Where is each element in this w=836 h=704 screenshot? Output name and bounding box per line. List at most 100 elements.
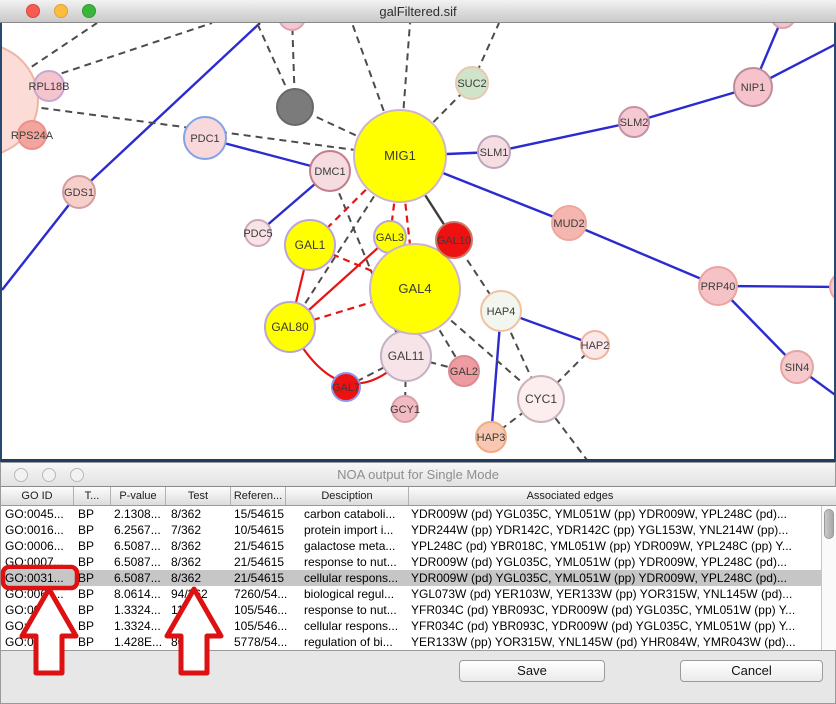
node-label: GDS1 <box>64 187 94 199</box>
table-cell: BP <box>78 506 111 522</box>
table-cell: carbon cataboli... <box>304 506 407 522</box>
network-node-msi[interactable] <box>830 272 834 302</box>
table-cell: 8/362 <box>171 538 232 554</box>
table-cell: 105/546... <box>234 602 302 618</box>
cancel-button[interactable]: Cancel <box>680 660 823 682</box>
table-cell: 94/362 <box>171 586 232 602</box>
network-node-gray1[interactable] <box>277 89 313 125</box>
table-cell: YER133W (pp) YOR315W, YNL145W (pd) YHR08… <box>411 634 819 650</box>
noa-window-titlebar[interactable]: NOA output for Single Mode <box>1 463 835 487</box>
node-label: RPL18B <box>29 81 70 93</box>
node-label: NIP1 <box>741 82 765 94</box>
table-cell: cellular respons... <box>304 570 407 586</box>
node-label: SIN4 <box>785 362 809 374</box>
column-header[interactable]: Referen... <box>231 487 286 505</box>
network-edge[interactable] <box>569 223 718 286</box>
table-cell: GO:0007... <box>5 554 75 570</box>
table-cell: BP <box>78 586 111 602</box>
noa-output-window: NOA output for Single Mode GO IDT...P-va… <box>0 462 836 704</box>
node-label: PDC1 <box>190 133 219 145</box>
column-header[interactable]: GO ID <box>1 487 74 505</box>
table-cell: GO:0045... <box>5 506 75 522</box>
table-row[interactable]: GO:0016...BP6.2567...7/36210/54615protei… <box>1 522 821 538</box>
node-label: HAP2 <box>581 340 610 352</box>
node-label: GAL1 <box>295 238 326 252</box>
column-header[interactable]: T... <box>74 487 111 505</box>
node-label: SLM2 <box>620 117 649 129</box>
node-label: HAP4 <box>487 306 516 318</box>
table-cell: regulation of bi... <box>304 634 407 650</box>
column-header[interactable]: Test <box>166 487 231 505</box>
table-cell: YFR034C (pd) YBR093C, YDR009W (pd) YGL03… <box>411 618 819 634</box>
table-cell: response to nut... <box>304 554 407 570</box>
graph-window-titlebar[interactable]: galFiltered.sif <box>0 0 836 23</box>
table-cell: BP <box>78 554 111 570</box>
table-cell: 10/54615 <box>234 522 302 538</box>
scrollbar-thumb[interactable] <box>824 509 834 539</box>
node-label: PDC5 <box>243 228 272 240</box>
network-edge[interactable] <box>2 192 79 290</box>
node-label: PRP40 <box>701 281 736 293</box>
network-node-topmid[interactable] <box>279 23 305 30</box>
network-svg[interactable]: RPL18BRPS24AGDS1PDC1MIG1DMC1SUC2SLM1SLM2… <box>2 23 834 459</box>
table-cell: response to nut... <box>304 602 407 618</box>
node-label: MUD2 <box>553 218 584 230</box>
table-cell: GO:0006... <box>5 538 75 554</box>
node-label: GAL3 <box>376 232 404 244</box>
table-row[interactable]: GO:0007...BP6.5087...8/36221/54615respon… <box>1 554 821 570</box>
table-cell: 105/546... <box>234 618 302 634</box>
table-cell: 15/54615 <box>234 506 302 522</box>
table-cell: 8/362 <box>171 570 232 586</box>
table-cell: cellular respons... <box>304 618 407 634</box>
table-row[interactable]: GO:0031...BP1.3324...11/362105/546...cel… <box>1 618 821 634</box>
network-edge[interactable] <box>79 23 260 192</box>
node-label: GAL4 <box>398 281 431 296</box>
table-row[interactable]: GO:0031...BP1.3324...11/362105/546...res… <box>1 602 821 618</box>
vertical-scrollbar[interactable] <box>821 506 836 651</box>
graph-window: galFiltered.sif RPL18B RPS24A GDS1 PDC1 MIG1… <box>0 0 836 462</box>
table-cell: GO:0016... <box>5 522 75 538</box>
table-cell: 7260/54... <box>234 586 302 602</box>
column-header[interactable]: P-value <box>111 487 166 505</box>
node-label: GAL80 <box>271 320 309 334</box>
table-cell: 6.5087... <box>114 570 169 586</box>
node-label: GAL2 <box>450 366 478 378</box>
table-cell: GO:0031... <box>5 618 75 634</box>
table-cell: 8.0614... <box>114 586 169 602</box>
network-edge[interactable] <box>494 122 634 152</box>
table-cell: 5778/54... <box>234 634 302 650</box>
table-row[interactable]: GO:0031...BP6.5087...8/36221/54615cellul… <box>1 570 821 586</box>
table-cell: GO:0050... <box>5 634 75 650</box>
network-canvas[interactable]: RPL18BRPS24AGDS1PDC1MIG1DMC1SUC2SLM1SLM2… <box>0 23 836 462</box>
table-cell: BP <box>78 618 111 634</box>
column-header[interactable]: Desciption <box>286 487 409 505</box>
table-cell: BP <box>78 634 111 650</box>
table-row[interactable]: GO:0045...BP2.1308...8/36215/54615carbon… <box>1 506 821 522</box>
node-label: RPS24A <box>11 130 54 142</box>
table-row[interactable]: GO:0006...BP6.5087...8/36221/54615galact… <box>1 538 821 554</box>
node-label: DMC1 <box>314 166 345 178</box>
node-label: GAL7 <box>332 382 360 394</box>
noa-window-title: NOA output for Single Mode <box>1 463 835 487</box>
network-node-topright[interactable] <box>771 23 795 28</box>
table-cell: 11/362 <box>171 602 232 618</box>
table-cell: YPL248C (pd) YBR018C, YML051W (pp) YDR00… <box>411 538 819 554</box>
table-row[interactable]: GO:0050...BP1.428E...80/3625778/54...reg… <box>1 634 821 650</box>
screen: galFiltered.sif RPL18B RPS24A GDS1 PDC1 MIG1… <box>0 0 836 704</box>
table-cell: BP <box>78 538 111 554</box>
table-cell: 6.5087... <box>114 538 169 554</box>
graph-window-title: galFiltered.sif <box>0 0 836 23</box>
table-body: GO:0045...BP2.1308...8/36215/54615carbon… <box>1 506 821 650</box>
table-cell: 11/362 <box>171 618 232 634</box>
column-header[interactable]: Associated edges <box>409 487 821 505</box>
table-cell: 6.5087... <box>114 554 169 570</box>
table-header: GO IDT...P-valueTestReferen...Desciption… <box>1 487 836 506</box>
table-cell: YDR009W (pd) YGL035C, YML051W (pp) YDR00… <box>411 570 819 586</box>
node-label: MIG1 <box>384 148 416 163</box>
save-button[interactable]: Save <box>459 660 605 682</box>
node-label: GAL11 <box>388 349 425 363</box>
table-cell: 21/54615 <box>234 538 302 554</box>
node-label: GAL10 <box>437 235 471 247</box>
table-row[interactable]: GO:0065...BP8.0614...94/3627260/54...bio… <box>1 586 821 602</box>
table-cell: 6.2567... <box>114 522 169 538</box>
